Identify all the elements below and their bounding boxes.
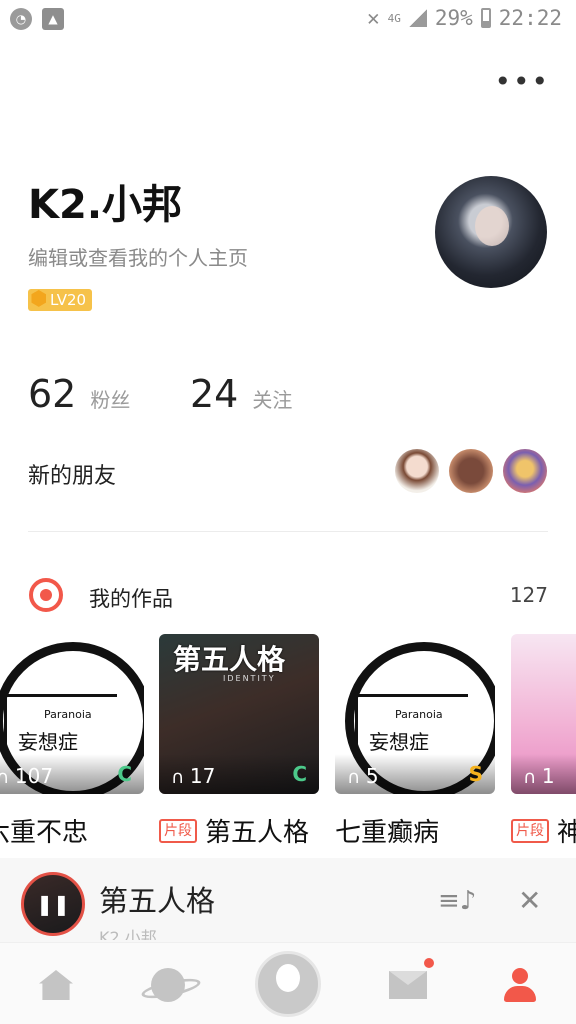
- cover-text: 妄想症: [369, 730, 429, 754]
- clip-tag: 片段: [159, 818, 197, 843]
- network-type: 4G: [387, 11, 401, 25]
- play-count: 107: [0, 764, 53, 788]
- grade-badge: C: [117, 762, 132, 786]
- grade-badge: S: [468, 762, 483, 786]
- nav-me[interactable]: [496, 961, 544, 1009]
- nav-messages[interactable]: [384, 961, 432, 1009]
- signal-icon: [408, 9, 427, 27]
- center-avatar-icon[interactable]: [255, 951, 321, 1017]
- following-stat[interactable]: 24 关注: [190, 372, 292, 416]
- system-status: ✕ 4G 29% 22:22: [367, 6, 562, 30]
- grade-badge: C: [292, 762, 307, 786]
- bottom-nav: [0, 942, 576, 1024]
- app-notification-icon: ◔: [10, 8, 32, 30]
- work-cover[interactable]: Paranoia 妄想症 5 S: [335, 634, 495, 794]
- fans-count: 62: [28, 372, 77, 416]
- work-card[interactable]: 第五人格 IDENTITY 17 C 片段 第五人格: [159, 634, 319, 844]
- work-card[interactable]: 1 片段 神: [511, 634, 576, 844]
- level-badge: LV20: [28, 287, 93, 311]
- following-count: 24: [190, 372, 239, 416]
- clip-tag: 片段: [511, 818, 549, 843]
- profile-name: K2.小邦: [28, 182, 183, 228]
- battery-icon: [480, 8, 491, 28]
- mini-player[interactable]: ❚❚ 第五人格 K2.小邦 ≡♪ ✕: [0, 858, 576, 942]
- more-options-button[interactable]: •••: [494, 68, 550, 96]
- work-cover[interactable]: 1: [511, 634, 576, 794]
- fans-label: 粉丝: [90, 388, 131, 412]
- work-title: 神: [557, 818, 576, 844]
- me-icon: [504, 968, 536, 1002]
- edit-profile-link[interactable]: 编辑或查看我的个人主页: [28, 242, 248, 271]
- work-caption[interactable]: 七重癫病: [335, 812, 495, 844]
- work-caption[interactable]: 六重不忠: [0, 812, 144, 844]
- player-artist: K2.小邦: [99, 928, 157, 940]
- mute-icon: ✕: [366, 6, 380, 30]
- works-title[interactable]: 我的作品: [89, 583, 173, 613]
- work-caption[interactable]: 片段 神: [511, 812, 576, 844]
- mail-icon: [389, 971, 427, 999]
- section-divider: [28, 531, 548, 532]
- cover-text: Paranoia: [44, 708, 92, 721]
- nav-discover[interactable]: [144, 961, 192, 1009]
- image-notification-icon: ▲: [42, 8, 64, 30]
- planet-icon: [151, 968, 185, 1002]
- works-carousel[interactable]: Paranoia 妄想症 107 C 六重不忠 第五人格 IDENTITY 17…: [0, 634, 576, 844]
- play-count: 17: [171, 764, 215, 788]
- cover-subtitle: IDENTITY: [223, 674, 276, 683]
- work-cover[interactable]: 第五人格 IDENTITY 17 C: [159, 634, 319, 794]
- new-friends-label[interactable]: 新的朋友: [28, 458, 116, 490]
- new-friends-avatars[interactable]: [395, 449, 547, 493]
- cover-text: Paranoia: [395, 708, 443, 721]
- work-cover[interactable]: Paranoia 妄想症 107 C: [0, 634, 144, 794]
- nav-home[interactable]: [32, 961, 80, 1009]
- fans-stat[interactable]: 62 粉丝: [28, 372, 130, 416]
- profile-avatar[interactable]: [435, 176, 547, 288]
- friend-avatar[interactable]: [503, 449, 547, 493]
- playlist-icon[interactable]: ≡♪: [438, 886, 476, 916]
- status-bar: ◔ ▲ ✕ 4G 29% 22:22: [0, 0, 576, 40]
- friend-avatar[interactable]: [449, 449, 493, 493]
- work-title: 七重癫病: [335, 818, 440, 844]
- home-icon: [39, 970, 73, 1000]
- works-count[interactable]: 127: [510, 583, 548, 607]
- play-count: 1: [523, 764, 555, 788]
- unread-dot: [424, 958, 434, 968]
- following-label: 关注: [252, 388, 293, 412]
- cover-text: 妄想症: [18, 730, 78, 754]
- works-record-icon: [29, 578, 63, 612]
- work-title: 第五人格: [205, 818, 310, 844]
- play-count: 5: [347, 764, 379, 788]
- work-card[interactable]: Paranoia 妄想症 5 S 七重癫病: [335, 634, 495, 844]
- cover-logo: 第五人格: [173, 643, 286, 676]
- work-caption[interactable]: 片段 第五人格: [159, 812, 319, 844]
- clock: 22:22: [498, 6, 562, 30]
- battery-percent: 29%: [434, 6, 473, 30]
- close-icon[interactable]: ✕: [518, 884, 541, 917]
- notification-icons: ◔ ▲: [10, 8, 64, 30]
- pause-icon[interactable]: ❚❚: [21, 872, 85, 936]
- work-title: 六重不忠: [0, 818, 89, 844]
- work-card[interactable]: Paranoia 妄想症 107 C 六重不忠: [0, 634, 144, 844]
- player-title[interactable]: 第五人格: [99, 878, 215, 920]
- friend-avatar[interactable]: [395, 449, 439, 493]
